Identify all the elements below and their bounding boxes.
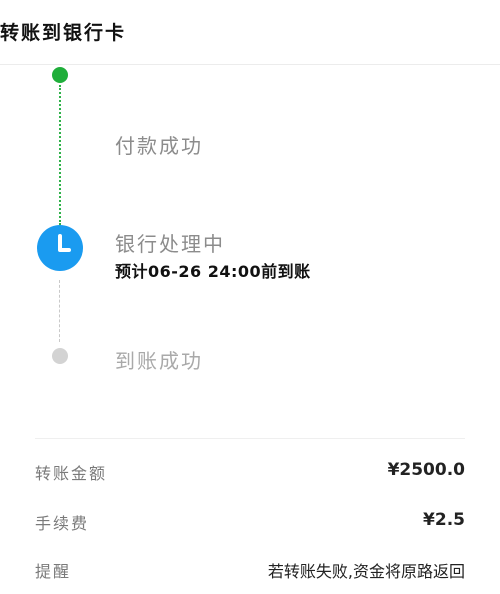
amount-value: ¥2500.0 bbox=[387, 460, 465, 480]
fee-row: 手续费 ¥2.5 bbox=[35, 510, 465, 534]
amount-row: 转账金额 ¥2500.0 bbox=[35, 460, 465, 484]
fee-label: 手续费 bbox=[35, 514, 90, 533]
reminder-row: 提醒 若转账失败,资金将原路返回 bbox=[35, 558, 465, 582]
page-title: 转账到银行卡 bbox=[0, 22, 127, 44]
section-divider bbox=[35, 438, 465, 439]
step-arrival-success: 到账成功 bbox=[115, 349, 203, 373]
step-payment-success: 付款成功 bbox=[115, 134, 203, 158]
estimated-arrival-time: 预计06-26 24:00前到账 bbox=[115, 262, 311, 281]
success-dot-icon bbox=[52, 67, 68, 83]
amount-label: 转账金额 bbox=[35, 464, 108, 483]
timeline-connector-done bbox=[59, 85, 61, 225]
timeline-connector-pending bbox=[59, 280, 60, 342]
reminder-value: 若转账失败,资金将原路返回 bbox=[267, 562, 465, 581]
reminder-label: 提醒 bbox=[35, 562, 72, 581]
step-bank-processing: 银行处理中 bbox=[115, 232, 225, 256]
fee-value: ¥2.5 bbox=[423, 510, 465, 530]
clock-icon bbox=[37, 225, 83, 271]
pending-dot-icon bbox=[52, 348, 68, 364]
header-bar: 转账到银行卡 bbox=[0, 0, 500, 65]
